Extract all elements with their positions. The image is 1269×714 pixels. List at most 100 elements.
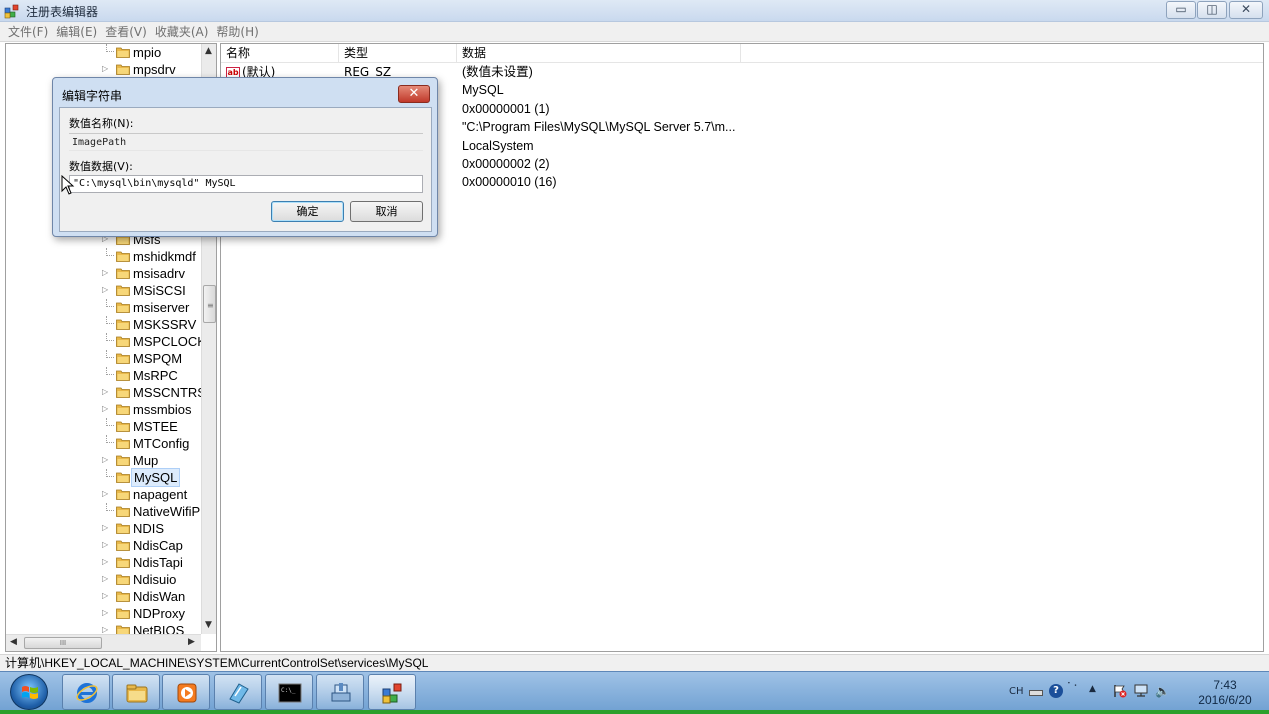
tree-hscroll-thumb[interactable]: III [24,637,102,649]
tree-item[interactable]: ▷ MSiSCSI [6,282,204,299]
scroll-up-arrow-icon[interactable]: ▲ [205,46,212,56]
expand-arrow-icon[interactable]: ▷ [102,455,110,464]
tree-item[interactable]: MsRPC [6,367,204,384]
maximize-button[interactable]: ◫ [1197,1,1227,19]
keyboard-icon[interactable] [1029,690,1043,696]
tree-item[interactable]: ▷ Mup [6,452,204,469]
taskbar-explorer-button[interactable] [112,674,160,710]
tree-item[interactable]: ▷ mssmbios [6,401,204,418]
folder-icon [116,539,130,551]
tree-item[interactable]: msiserver [6,299,204,316]
volume-icon[interactable]: 🔈 [1155,684,1170,698]
expand-arrow-icon[interactable]: ▷ [102,625,110,634]
folder-icon [116,471,130,483]
help-icon[interactable]: ? [1049,684,1063,698]
scroll-right-arrow-icon[interactable]: ▶ [188,637,195,647]
menu-help[interactable]: 帮助(H) [212,22,262,40]
tree-item[interactable]: ▷ msisadrv [6,265,204,282]
menu-view[interactable]: 查看(V) [101,22,151,40]
tree-item[interactable]: MSPCLOCK [6,333,206,350]
tree-connector [106,469,114,477]
folder-icon [116,573,130,585]
expand-arrow-icon[interactable]: ▷ [102,489,110,498]
expand-arrow-icon[interactable]: ▷ [102,64,110,73]
tree-item-label: MSPCLOCK [133,334,206,349]
tree-item[interactable]: MSKSSRV [6,316,204,333]
tree-item[interactable]: MySQL [6,468,204,487]
menu-edit[interactable]: 编辑(E) [52,22,101,40]
taskbar-regedit-button[interactable] [368,674,416,710]
ok-button[interactable]: 确定 [271,201,344,222]
expand-arrow-icon[interactable]: ▷ [102,268,110,277]
scroll-left-arrow-icon[interactable]: ◀ [10,637,17,647]
network-icon[interactable] [1133,684,1149,698]
taskbar-network-button[interactable] [316,674,364,710]
system-tray: CH ? ⠁⠂ ▲ 🔈 7:43 2016/6/20 [1005,678,1265,708]
ime-options-icon[interactable]: ⠁⠂ [1067,682,1080,692]
regedit-app-icon [4,4,19,19]
taskbar-ie-button[interactable] [62,674,110,710]
list-header: 名称 类型 数据 [221,44,1263,63]
tree-item-label: MSTEE [133,419,178,434]
input-language-indicator[interactable]: CH [1009,686,1024,697]
expand-arrow-icon[interactable]: ▷ [102,523,110,532]
show-hidden-icons-icon[interactable]: ▲ [1089,684,1096,694]
tree-item[interactable]: MSPQM [6,350,204,367]
scroll-down-arrow-icon[interactable]: ▼ [205,620,212,630]
tree-item-label: napagent [133,487,188,502]
clock-time[interactable]: 7:43 [1195,678,1255,692]
expand-arrow-icon[interactable]: ▷ [102,387,110,396]
action-center-flag-icon[interactable] [1113,684,1127,698]
cancel-button[interactable]: 取消 [350,201,423,222]
column-header-data[interactable]: 数据 [457,44,741,63]
tree-item-label: MTConfig [133,436,190,451]
expand-arrow-icon[interactable]: ▷ [102,540,110,549]
start-button[interactable] [10,674,48,710]
column-header-type[interactable]: 类型 [339,44,457,63]
expand-arrow-icon[interactable]: ▷ [102,404,110,413]
tree-item-label: MSKSSRV [133,317,197,332]
tree-item[interactable]: MSTEE [6,418,204,435]
windows-logo-icon [22,686,38,699]
tree-item[interactable]: ▷ MSSCNTRS [6,384,206,401]
tree-item[interactable]: ▷ NdisTapi [6,554,204,571]
taskbar-app-button[interactable] [214,674,262,710]
tree-item[interactable]: ▷ NdisWan [6,588,204,605]
expand-arrow-icon[interactable]: ▷ [102,591,110,600]
folder-icon [116,267,130,279]
tree-item[interactable]: mshidkmdf [6,248,204,265]
close-window-button[interactable]: ✕ [1229,1,1263,19]
menu-file[interactable]: 文件(F) [0,22,52,40]
status-bar-path: 计算机\HKEY_LOCAL_MACHINE\SYSTEM\CurrentCon… [0,654,1269,671]
column-header-name[interactable]: 名称 [221,44,339,63]
tree-horizontal-scrollbar[interactable]: ◀ III ▶ [6,634,201,651]
tree-item[interactable]: ▷ mpsdrv [6,61,204,78]
clock-date[interactable]: 2016/6/20 [1185,693,1265,707]
expand-arrow-icon[interactable]: ▷ [102,608,110,617]
tree-item[interactable]: ▷ napagent [6,486,204,503]
folder-icon [116,63,130,75]
taskbar-media-player-button[interactable] [162,674,210,710]
tree-item-label: NDIS [133,521,165,536]
expand-arrow-icon[interactable]: ▷ [102,574,110,583]
dialog-close-button[interactable]: ✕ [398,85,430,103]
expand-arrow-icon[interactable]: ▷ [102,285,110,294]
folder-icon [116,556,130,568]
tree-item[interactable]: NativeWifiP [6,503,204,520]
tree-connector [106,44,114,52]
tree-item-label: Mup [133,453,159,468]
tree-item[interactable]: MTConfig [6,435,204,452]
folder-icon [116,590,130,602]
value-data-cell: LocalSystem [462,138,534,153]
expand-arrow-icon[interactable]: ▷ [102,557,110,566]
tree-vscroll-thumb[interactable]: ≡ [203,285,216,323]
taskbar-cmd-button[interactable]: C:\_ [265,674,313,710]
tree-item[interactable]: ▷ NDProxy [6,605,204,622]
minimize-button[interactable]: ▭ [1166,1,1196,19]
tree-item[interactable]: ▷ NdisCap [6,537,204,554]
tree-item[interactable]: ▷ Ndisuio [6,571,204,588]
value-data-input[interactable]: "C:\mysql\bin\mysqld" MySQL [69,175,423,193]
menu-favorites[interactable]: 收藏夹(A) [151,22,213,40]
tree-item[interactable]: mpio [6,44,204,61]
tree-item[interactable]: ▷ NDIS [6,520,204,537]
